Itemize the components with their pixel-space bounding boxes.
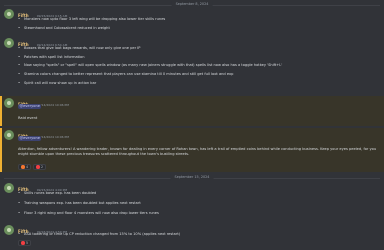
list-item-text: Monsters now upto floor 3 left wing will… (24, 17, 166, 21)
message-feed[interactable]: September 8, 2024 Fifth 09/15/2024 9:15 … (0, 0, 384, 250)
avatar[interactable] (4, 98, 14, 108)
list-item: Patches with spell list information (18, 55, 378, 60)
list-item: Training weapons exp. has been doubled b… (18, 201, 378, 206)
message-mention: Fifth 09/14/2024 10:06 PM @everyone Raid… (0, 96, 384, 126)
message-text: Raid event (18, 116, 38, 120)
list-item-text: Spirit call will now show up in action b… (24, 81, 97, 85)
divider-date: September 8, 2024 (171, 1, 213, 8)
everyone-mention[interactable]: @everyone (18, 104, 42, 109)
list-item: Stamina colors changed to better represe… (18, 72, 378, 77)
message-header: Fifth 09/15/2024 4:09 PM (18, 183, 67, 192)
list-item-text: Floor 3 right wing and floor 4 monsters … (24, 211, 159, 215)
list-item: Monsters now upto floor 3 left wing will… (18, 17, 378, 22)
list-item: Bosses that give loot bags rewards, will… (18, 46, 378, 51)
avatar[interactable] (4, 225, 14, 235)
everyone-mention[interactable]: @everyone (18, 136, 42, 141)
message: Fifth 09/15/2024 4:59 PM ASA towering or… (0, 224, 384, 250)
avatar[interactable] (4, 183, 14, 193)
list-item-text: Bosses that give loot bags rewards, will… (24, 46, 141, 50)
list-item-text: Stamina colors changed to better represe… (24, 72, 234, 76)
date-divider: September 15, 2024 (0, 174, 384, 182)
avatar[interactable] (4, 38, 14, 48)
avatar[interactable] (4, 130, 14, 140)
avatar[interactable] (4, 9, 14, 19)
message-text: Attention, fellow adventurers! A wanderi… (18, 147, 377, 156)
message: Fifth 09/15/2024 4:09 PM Skills runes ba… (0, 182, 384, 220)
reaction-button[interactable]: 5 (18, 240, 32, 246)
reaction-count: 5 (26, 241, 29, 245)
heart-emoji-icon (21, 241, 25, 245)
message: Fifth 09/15/2024 9:15 AM Monsters now up… (0, 8, 384, 35)
mention-line: @everyone (18, 104, 378, 109)
reactions: 4 2 (18, 164, 47, 170)
list-item: Skills runes base exp. has been doubled (18, 191, 378, 196)
message-header: Fifth 09/14/2024 6:54 AM (18, 38, 67, 47)
list-item: Spirit call will now show up in action b… (18, 81, 378, 86)
reaction-button[interactable]: 2 (33, 164, 47, 170)
message-header: Fifth 09/15/2024 9:15 AM (18, 9, 67, 18)
list-item-text: Now saying "spells" or "spell" will open… (24, 63, 283, 67)
list-item: ASA towering or time up CP reduction cha… (18, 232, 378, 237)
heart-emoji-icon (36, 165, 40, 169)
list-item-text: Patches with spell list information (24, 55, 85, 59)
message-mention: Fifth 09/14/2024 10:06 PM @everyone Atte… (0, 128, 384, 172)
reaction-button[interactable]: 4 (18, 164, 32, 170)
list-item: Now saying "spells" or "spell" will open… (18, 63, 378, 68)
fire-emoji-icon (21, 165, 25, 169)
mention-line: @everyone (18, 136, 378, 141)
list-item: Steamhand and Colossalcent reduced in we… (18, 26, 378, 31)
list-item-text: Skills runes base exp. has been doubled (24, 191, 97, 195)
divider-date: September 15, 2024 (170, 174, 214, 181)
message: Fifth 09/14/2024 6:54 AM Bosses that giv… (0, 37, 384, 95)
list-item-text: Steamhand and Colossalcent reduced in we… (24, 26, 110, 30)
reaction-count: 4 (26, 165, 29, 169)
reaction-count: 2 (41, 165, 44, 169)
list-item-text: ASA towering or time up CP reduction cha… (24, 232, 181, 236)
list-item: Floor 3 right wing and floor 4 monsters … (18, 211, 378, 216)
list-item-text: Training weapons exp. has been doubled b… (24, 201, 141, 205)
reactions: 5 (18, 240, 32, 246)
message-header: Fifth 09/15/2024 4:59 PM (18, 225, 67, 234)
